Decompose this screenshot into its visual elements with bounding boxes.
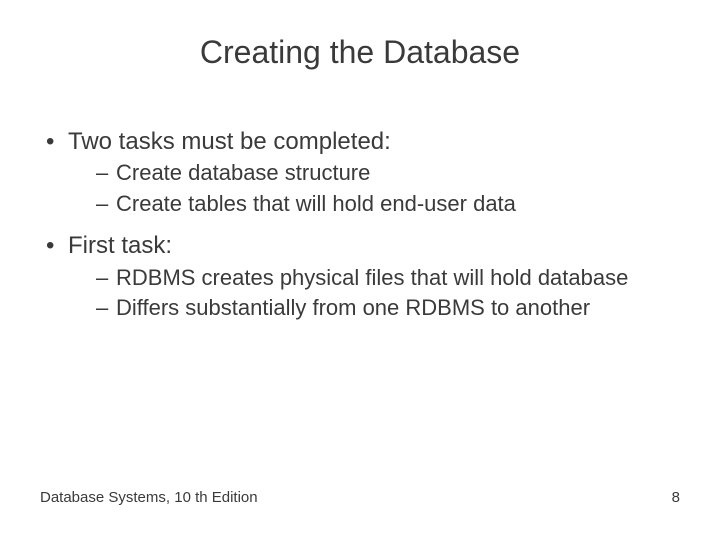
bullet-level1: Two tasks must be completed: — [40, 126, 680, 157]
bullet-level2: Differs substantially from one RDBMS to … — [40, 294, 680, 323]
page-number: 8 — [672, 489, 680, 506]
bullet-level1: First task: — [40, 230, 680, 261]
bullet-level2: RDBMS creates physical files that will h… — [40, 264, 680, 293]
bullet-level2: Create tables that will hold end-user da… — [40, 190, 680, 219]
bullet-level2: Create database structure — [40, 159, 680, 188]
spacer — [40, 220, 680, 226]
slide-title: Creating the Database — [0, 34, 720, 71]
footer-text-left: Database Systems, 10 th Edition — [40, 489, 258, 506]
slide: Creating the Database Two tasks must be … — [0, 0, 720, 540]
slide-body: Two tasks must be completed: Create data… — [40, 122, 680, 325]
